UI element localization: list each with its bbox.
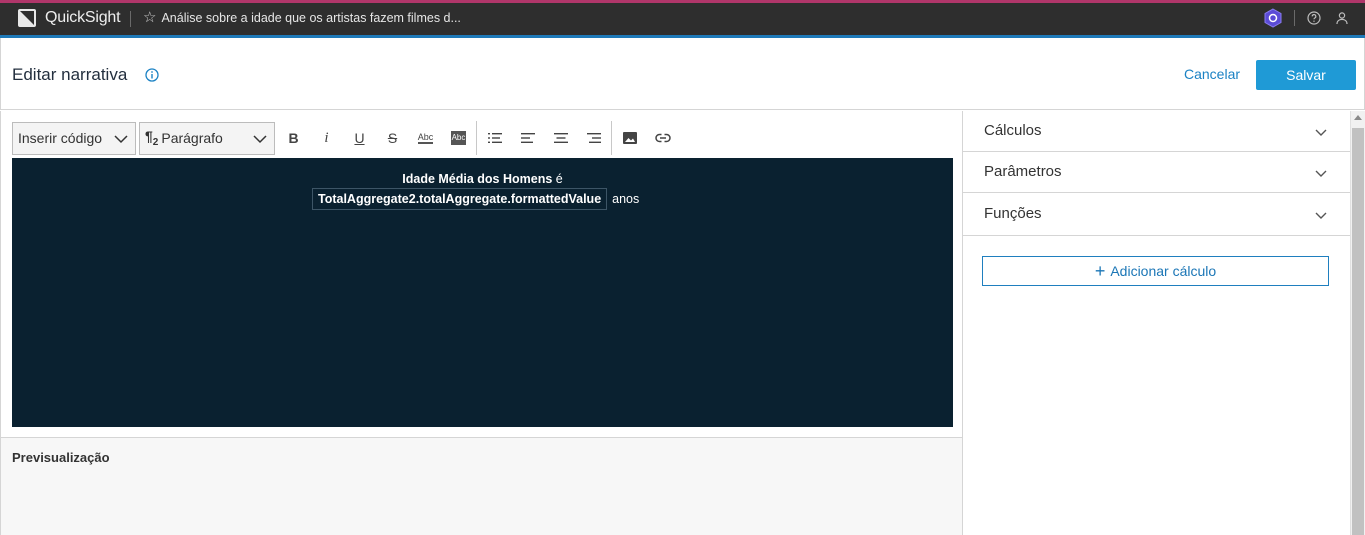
narrative-line-2: TotalAggregate2.totalAggregate.formatted… — [312, 188, 639, 210]
toolbar-divider — [476, 121, 477, 155]
chevron-down-icon — [1315, 212, 1327, 219]
paragraph-style-label: Parágrafo — [161, 130, 223, 146]
narrative-line-1: Idade Média dos Homens é — [12, 172, 953, 186]
narrative-bold-text: Idade Média dos Homens — [402, 172, 553, 186]
bold-button[interactable]: B — [277, 122, 310, 155]
preview-title: Previsualização — [12, 450, 110, 465]
highlight-button[interactable]: Abc — [442, 122, 475, 155]
accordion-parametros[interactable]: Parâmetros — [963, 152, 1350, 193]
analysis-title[interactable]: Análise sobre a idade que os artistas fa… — [161, 11, 460, 25]
image-icon — [622, 132, 637, 144]
topbar-icon-divider — [1294, 10, 1295, 26]
align-left-icon — [520, 133, 535, 143]
save-button[interactable]: Salvar — [1256, 60, 1356, 90]
app-logo[interactable]: QuickSight — [18, 9, 121, 27]
topbar-divider — [130, 11, 131, 27]
insert-code-dropdown[interactable]: Inserir código — [12, 121, 136, 155]
cancel-button[interactable]: Cancelar — [1184, 66, 1240, 82]
narrative-editor-pane: Inserir código ¶2 Parágrafo B i U S Abc … — [0, 111, 963, 437]
chevron-down-icon — [114, 134, 128, 143]
top-navigation-bar: QuickSight ☆ Análise sobre a idade que o… — [0, 0, 1365, 38]
narrative-text-tail: é — [552, 172, 563, 186]
accordion-label: Parâmetros — [984, 163, 1062, 180]
accordion-label: Cálculos — [984, 122, 1042, 139]
underline-button[interactable]: U — [343, 122, 376, 155]
page-title: Editar narrativa — [12, 65, 128, 84]
editor-header: Editar narrativa Cancelar Salvar — [0, 38, 1365, 110]
narrative-canvas[interactable]: Idade Média dos Homens é TotalAggregate2… — [12, 158, 953, 427]
paragraph-icon: ¶2 — [145, 128, 159, 148]
italic-button[interactable]: i — [310, 122, 343, 155]
link-icon — [654, 133, 671, 143]
computed-value-chip[interactable]: TotalAggregate2.totalAggregate.formatted… — [312, 188, 608, 210]
preview-pane: Previsualização — [0, 437, 963, 535]
user-icon[interactable] — [1335, 11, 1349, 25]
add-calculation-button[interactable]: + Adicionar cálculo — [982, 256, 1329, 286]
plus-icon: + — [1094, 261, 1106, 281]
align-center-button[interactable] — [544, 122, 577, 155]
align-left-button[interactable] — [511, 122, 544, 155]
topbar-right-icons — [1264, 8, 1349, 28]
quicksight-logo-icon — [18, 9, 36, 27]
hexagon-extension-icon[interactable] — [1264, 8, 1282, 28]
accordion: Cálculos Parâmetros Funções — [963, 111, 1350, 236]
insert-code-label: Inserir código — [18, 130, 103, 146]
bullet-list-button[interactable] — [478, 122, 511, 155]
calculations-side-panel: Cálculos Parâmetros Funções + Adicionar … — [963, 111, 1350, 535]
chevron-down-icon — [1315, 170, 1327, 177]
add-calculation-label: Adicionar cálculo — [1110, 263, 1217, 279]
editor-toolbar: Inserir código ¶2 Parágrafo B i U S Abc … — [12, 121, 679, 155]
side-panel-scrollbar[interactable] — [1350, 111, 1365, 535]
accordion-label: Funções — [984, 205, 1042, 222]
chevron-down-icon — [253, 134, 267, 143]
align-right-icon — [586, 133, 601, 143]
scroll-up-arrow-icon[interactable] — [1354, 115, 1362, 120]
toolbar-divider — [611, 121, 612, 155]
narrative-unit-text: anos — [612, 192, 640, 206]
insert-link-button[interactable] — [646, 122, 679, 155]
info-icon[interactable] — [145, 68, 159, 82]
paragraph-style-dropdown[interactable]: ¶2 Parágrafo — [139, 121, 275, 155]
help-icon[interactable] — [1307, 11, 1321, 25]
scrollbar-thumb[interactable] — [1352, 128, 1364, 535]
insert-image-button[interactable] — [613, 122, 646, 155]
accordion-calculos[interactable]: Cálculos — [963, 111, 1350, 152]
analysis-title-area: ☆ Análise sobre a idade que os artistas … — [143, 10, 461, 26]
align-right-button[interactable] — [577, 122, 610, 155]
star-icon[interactable]: ☆ — [143, 10, 156, 26]
chevron-down-icon — [1315, 129, 1327, 136]
app-name: QuickSight — [45, 9, 121, 26]
bullet-list-icon — [487, 133, 502, 143]
accordion-funcoes[interactable]: Funções — [963, 193, 1350, 236]
align-center-icon — [553, 133, 568, 143]
font-size-button[interactable]: Abc — [409, 122, 442, 155]
strikethrough-button[interactable]: S — [376, 122, 409, 155]
